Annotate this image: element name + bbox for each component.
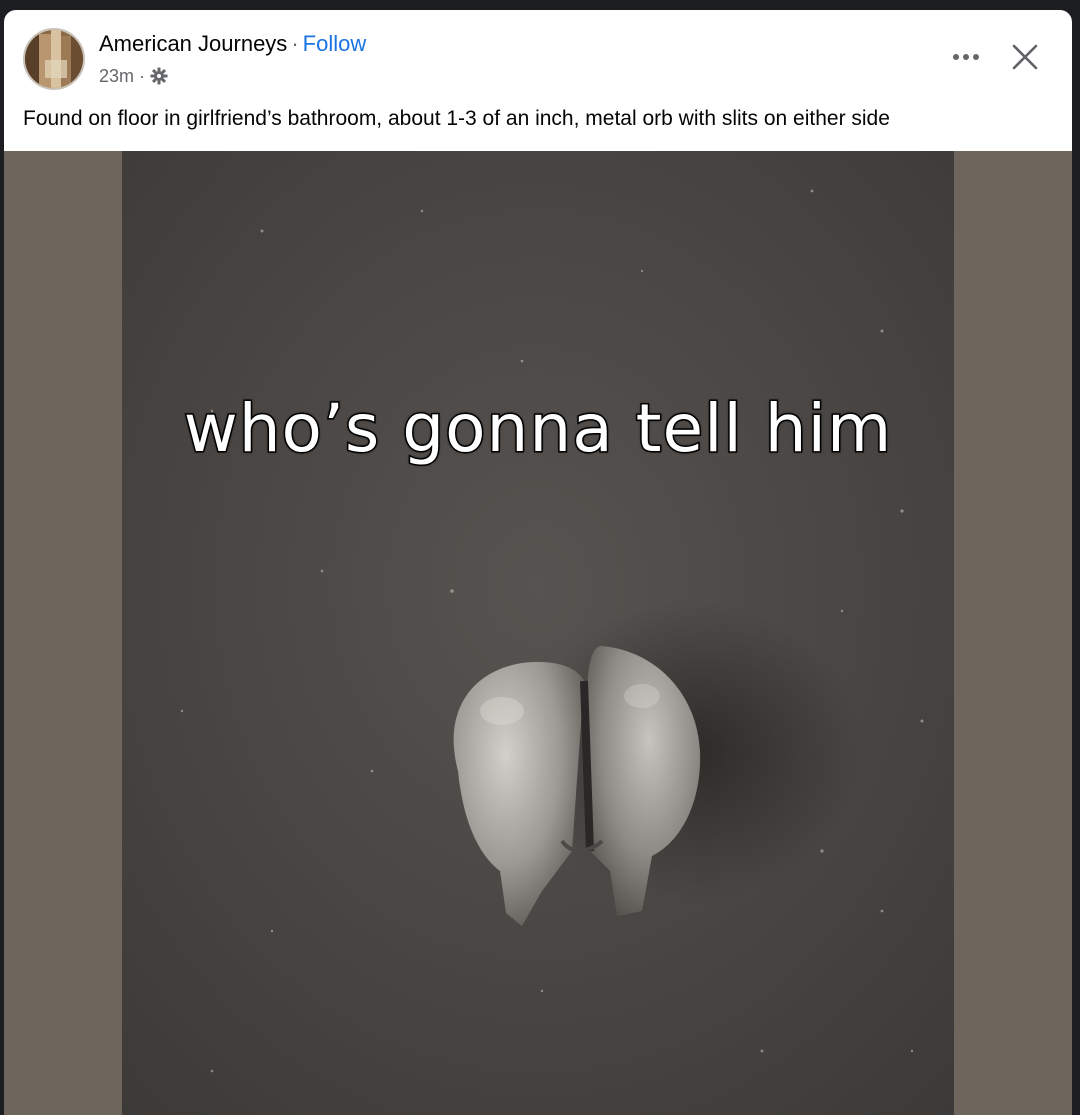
- close-icon: [1012, 44, 1038, 70]
- author-separator: ·: [291, 31, 299, 56]
- photo-image: [122, 151, 954, 1115]
- post-photo[interactable]: who’s gonna tell him: [122, 151, 954, 1115]
- window-top-bar: [0, 0, 1080, 10]
- more-horizontal-icon: [953, 54, 979, 60]
- author-line: American Journeys · Follow: [99, 31, 366, 57]
- gear-icon[interactable]: [150, 67, 168, 85]
- post-media[interactable]: who’s gonna tell him: [4, 151, 1072, 1115]
- follow-button[interactable]: Follow: [303, 31, 367, 56]
- timestamp[interactable]: 23m: [99, 66, 134, 87]
- author-name[interactable]: American Journeys: [99, 31, 287, 56]
- close-button[interactable]: [1005, 37, 1045, 77]
- meme-caption: who’s gonna tell him: [182, 389, 893, 469]
- post-header: American Journeys · Follow 23m · Found o…: [4, 10, 1072, 151]
- avatar-image: [25, 30, 83, 88]
- post-meta: 23m ·: [99, 65, 168, 87]
- more-options-button[interactable]: [946, 42, 986, 72]
- post-card: American Journeys · Follow 23m · Found o…: [4, 10, 1072, 1115]
- meta-separator: ·: [139, 65, 146, 86]
- post-caption: Found on floor in girlfriend’s bathroom,…: [23, 107, 890, 130]
- avatar[interactable]: [23, 28, 85, 90]
